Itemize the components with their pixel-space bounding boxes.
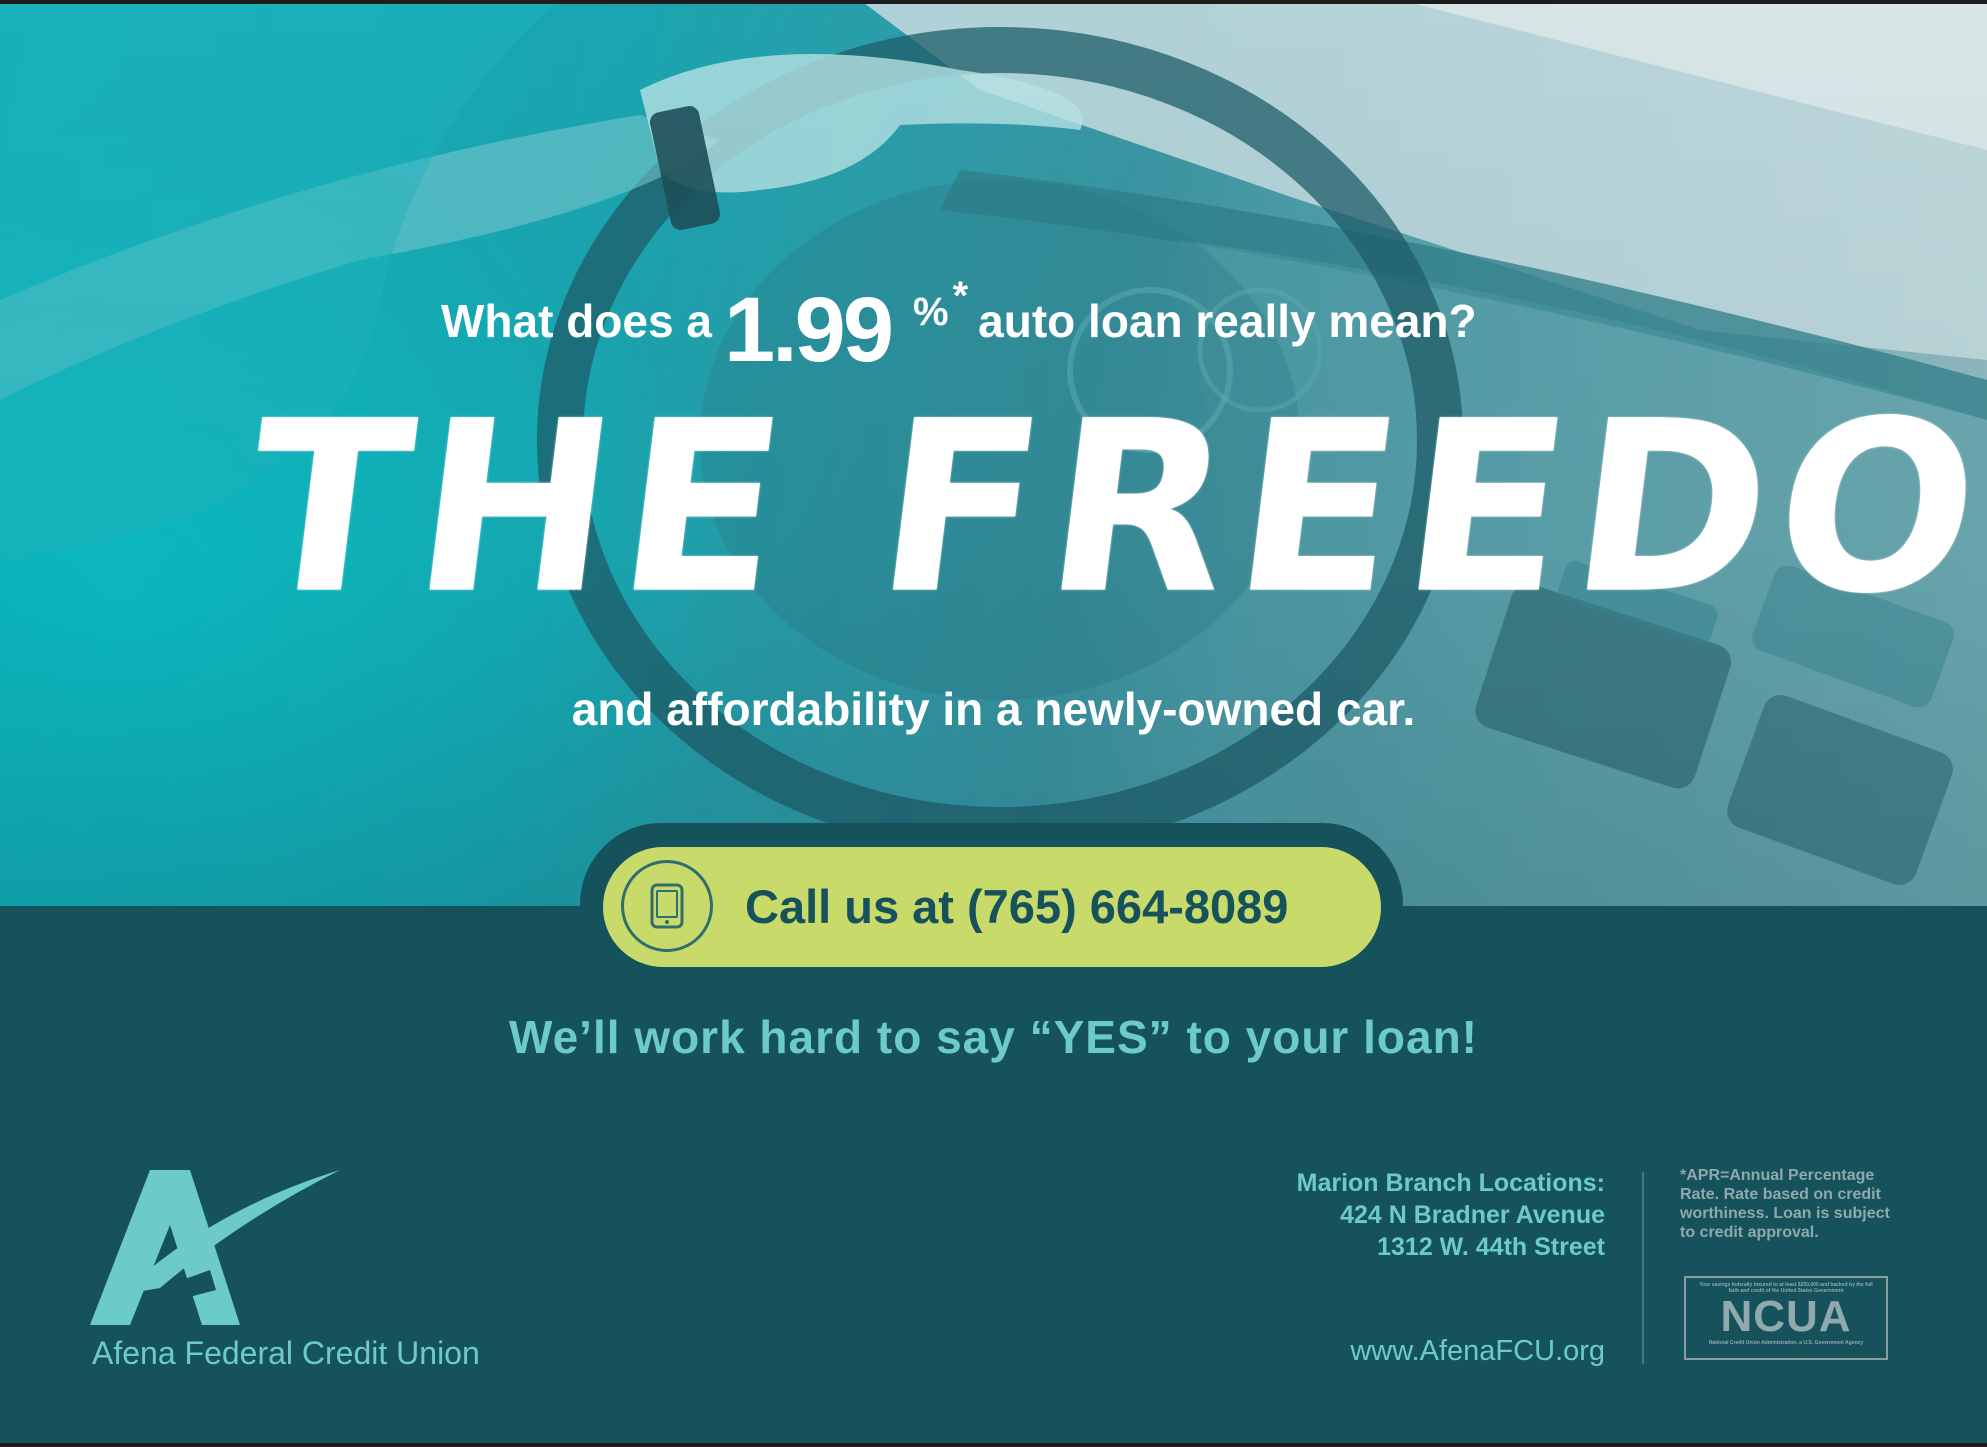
advertisement: What does a 1.99 % * auto loan really me…: [0, 0, 1987, 1447]
headline-lead: What does a: [441, 295, 712, 347]
afena-logo-icon: [90, 1170, 340, 1325]
ncua-name: NCUA: [1720, 1292, 1852, 1341]
rate-headline: What does a 1.99 % * auto loan really me…: [441, 274, 1477, 381]
ncua-badge: Your savings federally insured to at lea…: [1684, 1276, 1888, 1360]
phone-icon: [650, 883, 684, 929]
ncua-agency-text: National Credit Union Administration, a …: [1708, 1340, 1864, 1346]
call-phone-number[interactable]: Call us at (765) 664-8089: [745, 880, 1288, 934]
footer-divider: [1642, 1172, 1644, 1364]
branch-locations: Marion Branch Locations: 424 N Bradner A…: [1180, 1167, 1605, 1263]
interest-rate: 1.99: [723, 279, 894, 381]
branches-heading: Marion Branch Locations:: [1296, 1169, 1605, 1197]
brand-name: Afena Federal Credit Union: [92, 1335, 480, 1371]
website-link[interactable]: www.AfenaFCU.org: [1180, 1333, 1605, 1369]
yes-tagline: We’ll work hard to say “YES” to your loa…: [509, 1011, 1478, 1063]
affordability-subline: and affordability in a newly-owned car.: [571, 683, 1416, 735]
freedom-headline: THE FREEDOM: [233, 370, 1987, 646]
branch-address: 1312 W. 44th Street: [1377, 1233, 1605, 1261]
percent-sign: %: [913, 290, 949, 334]
branch-address: 424 N Bradner Avenue: [1340, 1201, 1605, 1229]
headline-question: auto loan really mean?: [978, 295, 1477, 347]
phone-icon-circle: [621, 860, 713, 952]
apr-disclaimer: *APR=Annual Percentage Rate. Rate based …: [1680, 1167, 1890, 1241]
rate-asterisk: *: [952, 274, 969, 318]
